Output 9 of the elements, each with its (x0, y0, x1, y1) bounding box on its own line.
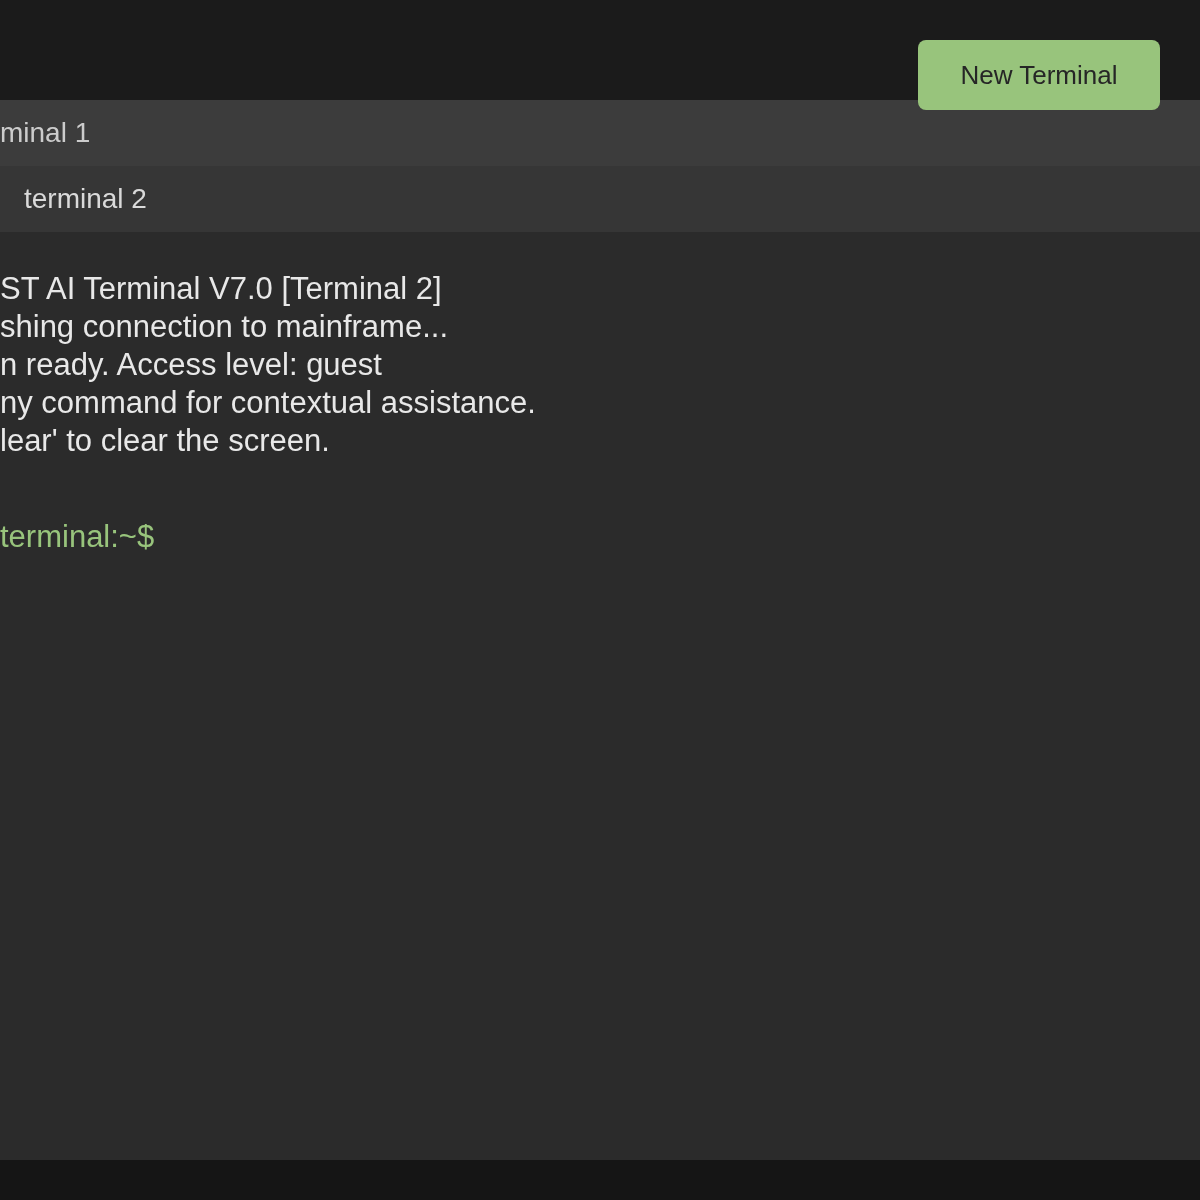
terminal-output-line: lear' to clear the screen. (0, 422, 330, 460)
terminal-tab[interactable]: terminal 2 (0, 166, 1200, 232)
terminal-prompt: terminal:~$ (0, 518, 155, 556)
terminal-output-line: ny command for contextual assistance. (0, 384, 536, 422)
terminal-output-line: shing connection to mainframe... (0, 308, 449, 346)
terminal-tab[interactable]: minal 1 (0, 100, 1200, 166)
terminal-output-line: n ready. Access level: guest (0, 346, 382, 384)
new-terminal-button[interactable]: New Terminal (918, 40, 1160, 110)
terminal-output-line: ST AI Terminal V7.0 [Terminal 2] (0, 270, 442, 308)
